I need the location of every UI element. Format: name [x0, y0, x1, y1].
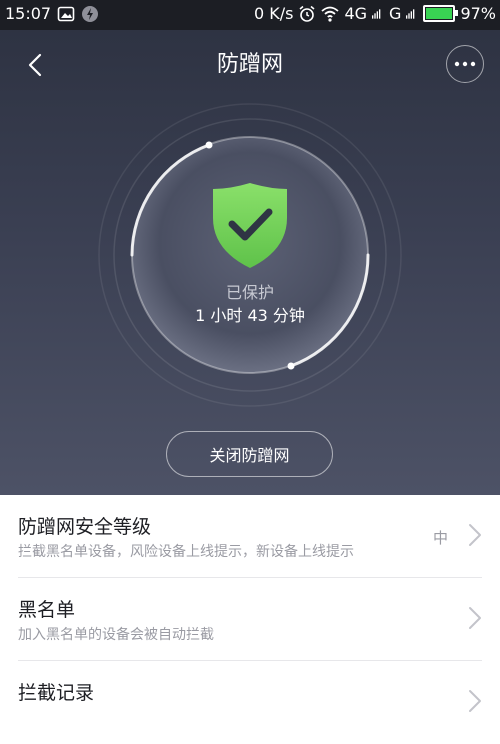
- setting-value: 中: [432, 529, 448, 547]
- more-button[interactable]: [446, 45, 484, 83]
- setting-description: 拦截黑名单设备，风险设备上线提示，新设备上线提示: [18, 544, 354, 560]
- network-speed: 0 K/s: [253, 4, 294, 23]
- chevron-left-icon: [28, 53, 42, 77]
- setting-blacklist[interactable]: 黑名单 加入黑名单的设备会被自动拦截: [0, 578, 500, 661]
- setting-title: 黑名单: [18, 599, 76, 621]
- protection-ring: [98, 103, 402, 407]
- setting-description: 加入黑名单的设备会被自动拦截: [18, 627, 214, 643]
- status-time: 15:07: [5, 4, 52, 23]
- setting-title: 防蹭网安全等级: [18, 516, 152, 538]
- setting-security-level[interactable]: 防蹭网安全等级 拦截黑名单设备，风险设备上线提示，新设备上线提示 中: [0, 495, 500, 578]
- protection-duration: 1 小时 43 分钟: [195, 306, 305, 325]
- chevron-right-icon: [469, 690, 481, 712]
- wifi-icon: [321, 6, 340, 22]
- battery-percent: 97%: [460, 4, 496, 23]
- close-protection-button[interactable]: 关闭防蹭网: [166, 431, 333, 477]
- chevron-right-icon: [469, 607, 481, 629]
- signal-1-label: 4G: [344, 4, 368, 23]
- charging-bolt-icon: [82, 5, 99, 22]
- back-button[interactable]: [20, 50, 50, 80]
- setting-title: 拦截记录: [18, 682, 95, 704]
- more-dots-icon: [454, 61, 476, 67]
- battery-icon: [423, 5, 459, 22]
- chevron-right-icon: [469, 524, 481, 546]
- protection-status: 已保护: [225, 283, 274, 302]
- status-bar: 15:07 0 K/s 4G G 97%: [0, 0, 500, 30]
- gallery-icon: [57, 6, 75, 21]
- signal-icon: [406, 8, 415, 19]
- settings-list: 防蹭网安全等级 拦截黑名单设备，风险设备上线提示，新设备上线提示 中 黑名单 加…: [0, 495, 500, 744]
- setting-block-records[interactable]: 拦截记录: [0, 661, 500, 744]
- alarm-icon: [299, 5, 315, 22]
- signal-icon: [372, 8, 381, 19]
- signal-2-label: G: [389, 4, 402, 23]
